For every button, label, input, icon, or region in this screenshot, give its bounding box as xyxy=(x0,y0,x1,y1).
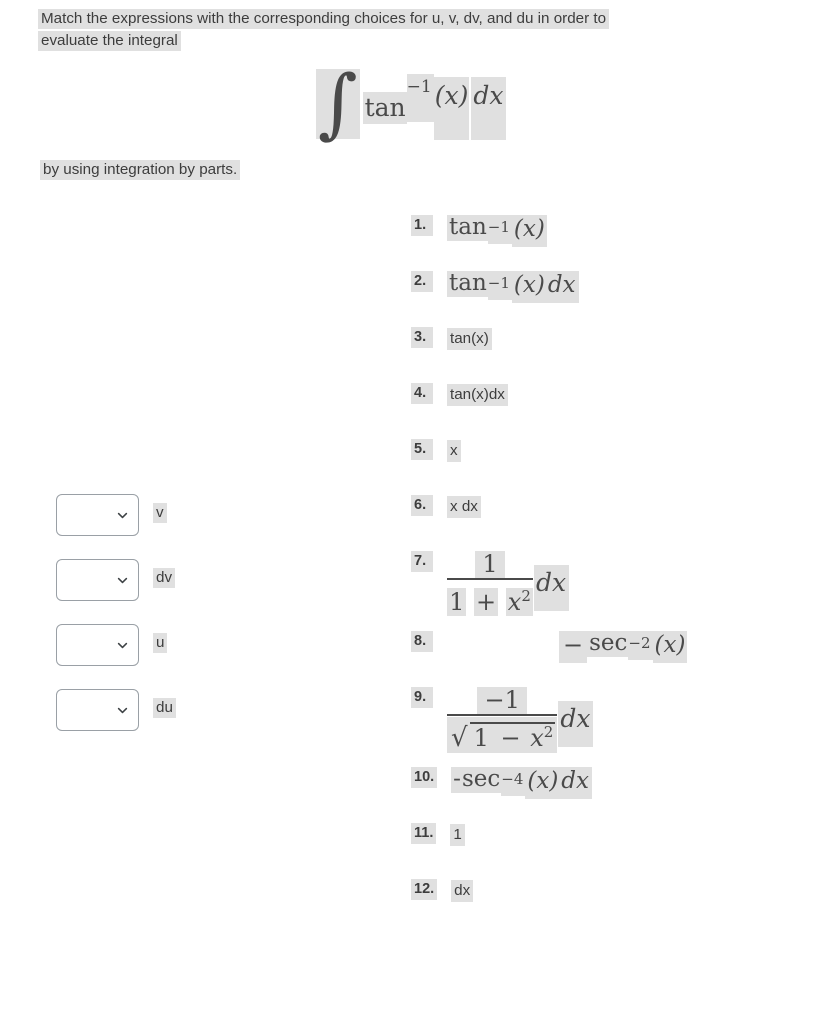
prompt-line-1: Match the expressions with the correspon… xyxy=(38,9,610,29)
choice-number: 3. xyxy=(411,327,433,348)
choice-content-5: x xyxy=(447,439,461,462)
choice-item-10: 10. - sec −4 (x) dx xyxy=(411,767,831,823)
answer-dropdown-group: 1.2.3.4.5.6.7.8.9.10.11.12. v 1.2.3.4.5.… xyxy=(56,494,176,754)
question-closing-line: by using integration by parts. xyxy=(40,159,241,181)
choice-9-differential: dx xyxy=(558,701,594,747)
choice-number: 8. xyxy=(411,631,433,652)
choice-content-9: −1 √ 1 − x2 dx xyxy=(447,687,594,753)
dropdown-label-dv: dv xyxy=(153,568,176,588)
choice-7-denominator: 1 + x2 xyxy=(447,587,533,616)
integral-exponent: −1 xyxy=(406,74,434,122)
choice-item-1: 1. tan −1 (x) xyxy=(411,215,831,271)
choice-8-minus-sign: − xyxy=(559,631,588,663)
question-prompt: Match the expressions with the correspon… xyxy=(38,8,768,52)
dropdown-wrap-dv: 1.2.3.4.5.6.7.8.9.10.11.12. xyxy=(56,559,139,601)
choice-item-12: 12. dx xyxy=(411,879,831,935)
choice-number: 1. xyxy=(411,215,433,236)
choice-10-differential: dx xyxy=(560,767,592,799)
choice-content-11: 1 xyxy=(450,823,465,846)
answer-row-v: 1.2.3.4.5.6.7.8.9.10.11.12. v xyxy=(56,494,176,559)
choice-number: 12. xyxy=(411,879,438,900)
choice-10-argument: (x) xyxy=(525,767,561,799)
integral-argument: (x) xyxy=(433,76,470,140)
choice-2-argument: (x) xyxy=(511,271,547,303)
choice-content-6: x dx xyxy=(447,495,481,518)
choice-4-text: tan(x)dx xyxy=(447,384,508,406)
choice-content-4: tan(x)dx xyxy=(447,383,508,406)
choice-1-fn: tan xyxy=(447,214,488,241)
choice-1-exponent: −1 xyxy=(487,215,512,245)
select-dv[interactable]: 1.2.3.4.5.6.7.8.9.10.11.12. xyxy=(56,559,139,601)
choice-7-fraction: 1 1 + x2 xyxy=(447,551,533,617)
prompt-line-2: evaluate the integral xyxy=(38,31,181,51)
answer-row-u: 1.2.3.4.5.6.7.8.9.10.11.12. u xyxy=(56,624,176,689)
integral-differential: dx xyxy=(471,76,507,140)
choice-number: 2. xyxy=(411,271,433,292)
answer-row-du: 1.2.3.4.5.6.7.8.9.10.11.12. du xyxy=(56,689,176,754)
sqrt-icon: √ 1 − x2 xyxy=(447,717,558,753)
choice-9-fraction: −1 √ 1 − x2 xyxy=(447,687,558,753)
choice-number: 6. xyxy=(411,495,433,516)
choice-content-2: tan −1 (x) dx xyxy=(447,271,579,303)
choice-content-7: 1 1 + x2 dx xyxy=(447,551,570,617)
choice-item-9: 9. −1 √ 1 − x2 dx xyxy=(411,687,831,767)
select-u[interactable]: 1.2.3.4.5.6.7.8.9.10.11.12. xyxy=(56,624,139,666)
choice-7-numerator: 1 xyxy=(475,551,505,578)
choice-1-argument: (x) xyxy=(511,215,547,247)
choice-item-7: 7. 1 1 + x2 dx xyxy=(411,551,831,631)
choice-content-10: - sec −4 (x) dx xyxy=(451,767,592,799)
choice-number: 11. xyxy=(411,823,437,844)
choice-8-fn: sec xyxy=(587,630,629,657)
choice-item-8: 8. − sec −2 (x) xyxy=(411,631,831,687)
integral-expression: ∫ tan −1 (x) dx xyxy=(316,58,507,148)
choice-5-text: x xyxy=(447,440,461,462)
dropdown-label-u: u xyxy=(153,633,168,653)
choice-number: 7. xyxy=(411,551,433,572)
choice-2-exponent: −1 xyxy=(487,271,512,301)
choice-10-fn: sec xyxy=(461,766,502,793)
choice-number: 9. xyxy=(411,687,433,708)
choice-2-fn: tan xyxy=(447,270,488,297)
choice-12-text: dx xyxy=(451,880,474,902)
choice-list: 1. tan −1 (x) 2. tan −1 (x) dx 3. tan(x) 4. t… xyxy=(411,215,831,935)
dropdown-label-du: du xyxy=(153,698,176,718)
choice-6-text: x dx xyxy=(447,496,481,518)
choice-8-exponent: −2 xyxy=(628,631,653,661)
integral-function-name: tan xyxy=(362,92,407,124)
dropdown-wrap-u: 1.2.3.4.5.6.7.8.9.10.11.12. xyxy=(56,624,139,666)
choice-number: 4. xyxy=(411,383,433,404)
dropdown-wrap-du: 1.2.3.4.5.6.7.8.9.10.11.12. xyxy=(56,689,139,731)
choice-item-11: 11. 1 xyxy=(411,823,831,879)
choice-item-3: 3. tan(x) xyxy=(411,327,831,383)
select-v[interactable]: 1.2.3.4.5.6.7.8.9.10.11.12. xyxy=(56,494,139,536)
choice-item-2: 2. tan −1 (x) dx xyxy=(411,271,831,327)
choice-item-4: 4. tan(x)dx xyxy=(411,383,831,439)
choice-2-differential: dx xyxy=(546,271,579,303)
choice-item-5: 5. x xyxy=(411,439,831,495)
choice-10-minus-sign: - xyxy=(451,766,462,793)
choice-10-exponent: −4 xyxy=(501,767,526,797)
choice-content-8: − sec −2 (x) xyxy=(559,630,688,663)
choice-3-text: tan(x) xyxy=(447,328,492,350)
choice-content-1: tan −1 (x) xyxy=(447,215,547,247)
choice-8-argument: (x) xyxy=(652,631,688,663)
choice-number: 5. xyxy=(411,439,433,460)
answer-row-dv: 1.2.3.4.5.6.7.8.9.10.11.12. dv xyxy=(56,559,176,624)
choice-9-denominator: √ 1 − x2 xyxy=(447,716,558,753)
choice-9-numerator: −1 xyxy=(477,687,527,714)
choice-item-6: 6. x dx xyxy=(411,495,831,551)
dropdown-label-v: v xyxy=(153,503,167,523)
select-du[interactable]: 1.2.3.4.5.6.7.8.9.10.11.12. xyxy=(56,689,139,731)
choice-content-12: dx xyxy=(451,879,474,902)
choice-11-text: 1 xyxy=(450,824,465,846)
choice-7-differential: dx xyxy=(534,565,570,611)
choice-number: 10. xyxy=(411,767,438,788)
integral-sign-icon: ∫ xyxy=(316,58,360,148)
choice-content-3: tan(x) xyxy=(447,327,492,350)
dropdown-wrap-v: 1.2.3.4.5.6.7.8.9.10.11.12. xyxy=(56,494,139,536)
